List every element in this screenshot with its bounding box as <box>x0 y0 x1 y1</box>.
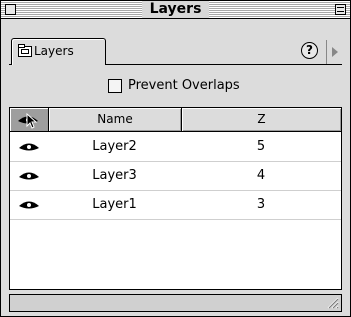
table-row[interactable]: Layer1 3 <box>10 191 341 220</box>
layer-rows: Layer2 5 Layer3 4 Layer1 3 <box>10 133 341 220</box>
help-button[interactable]: ? <box>301 42 318 59</box>
table-row[interactable]: Layer3 4 <box>10 162 341 191</box>
window-title: Layers <box>141 1 210 18</box>
layer-name: Layer1 <box>92 197 137 212</box>
prevent-overlaps-option: Prevent Overlaps <box>1 75 350 97</box>
eye-icon <box>19 172 39 180</box>
table-row[interactable]: Layer2 5 <box>10 133 341 162</box>
tab-layers-label: Layers <box>34 44 74 58</box>
tab-layers[interactable]: Layers <box>11 38 106 65</box>
layer-z: 3 <box>256 197 266 212</box>
resize-grip-icon[interactable] <box>325 295 339 309</box>
layers-window: Layers Layers ? Prevent Overlaps Name Z … <box>0 0 351 317</box>
status-bar <box>9 294 342 312</box>
layers-table: Name Z Layer2 5 Layer3 4 Layer1 3 <box>9 107 342 290</box>
arrow-cursor-icon <box>26 113 38 129</box>
layer-z: 4 <box>256 168 266 183</box>
layers-folder-icon <box>18 44 32 57</box>
prevent-overlaps-label[interactable]: Prevent Overlaps <box>128 78 240 93</box>
title-bar[interactable]: Layers <box>1 1 350 19</box>
visibility-toggle[interactable] <box>10 191 48 219</box>
visibility-toggle[interactable] <box>10 162 48 190</box>
header-name-column[interactable]: Name <box>48 108 181 131</box>
layer-z: 5 <box>256 139 266 154</box>
header-visibility-column[interactable] <box>10 108 48 131</box>
table-header: Name Z <box>10 108 341 132</box>
eye-icon <box>19 143 39 151</box>
layer-name: Layer3 <box>92 168 137 183</box>
collapse-box[interactable] <box>335 4 346 15</box>
prevent-overlaps-checkbox[interactable] <box>108 79 122 93</box>
tab-row: Layers ? <box>9 35 342 65</box>
eye-icon <box>19 201 39 209</box>
close-box[interactable] <box>5 4 16 15</box>
panel-menu-arrow-icon[interactable] <box>326 40 342 64</box>
layer-name: Layer2 <box>92 139 137 154</box>
header-z-column[interactable]: Z <box>181 108 341 131</box>
visibility-toggle[interactable] <box>10 133 48 161</box>
